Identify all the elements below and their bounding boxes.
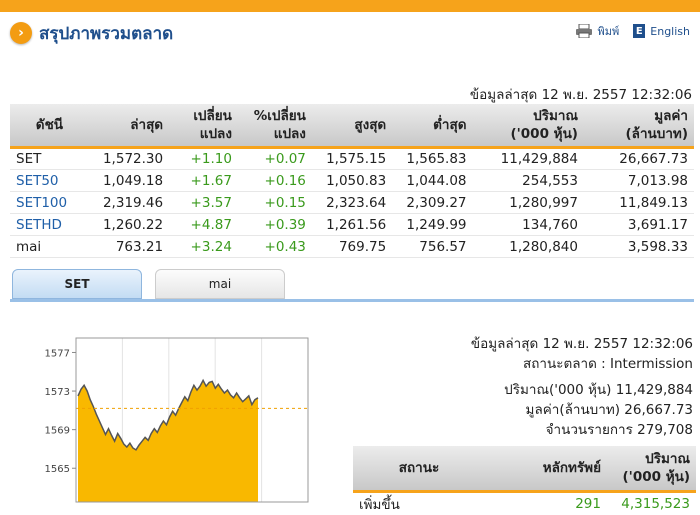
page-header: › สรุปภาพรวมตลาด [10,20,173,46]
volume-value: 254,553 [473,170,584,192]
change-value: +3.24 [169,236,238,258]
high-value: 769.75 [312,236,392,258]
status-header-row: สถานะ หลักทรัพย์ ปริมาณ('000 หุ้น) [353,446,696,492]
english-button[interactable]: E English [633,24,690,38]
pct-change-value: +0.39 [238,214,312,236]
y-tick-label: 1573 [45,387,70,398]
pct-change-value: +0.16 [238,170,312,192]
index-name: SET [10,148,89,170]
market-volume: ปริมาณ('000 หุ้น) 11,429,884 [504,378,693,400]
printer-icon [575,24,593,38]
summary-header-row: ดัชนี ล่าสุด เปลี่ยนแปลง %เปลี่ยนแปลง สู… [10,104,694,148]
col-volume: ปริมาณ('000 หุ้น) [473,104,584,148]
col-low: ต่ำสุด [392,104,472,148]
securities-count: 291 [485,492,607,515]
english-label: English [650,25,690,38]
index-area [78,380,258,502]
index-link[interactable]: SET50 [10,170,89,192]
pct-change-value: +0.07 [238,148,312,170]
table-row: SET50 1,049.18 +1.67 +0.16 1,050.83 1,04… [10,170,694,192]
top-accent-bar [0,0,700,12]
header-tools: พิมพ์ E English [561,22,691,40]
trade-value: 3,598.33 [584,236,694,258]
intraday-index-chart: 1577 1573 1569 1565 [10,328,316,504]
last-value: 1,260.22 [89,214,169,236]
page-title: สรุปภาพรวมตลาด [39,20,173,47]
tab-mai[interactable]: mai [155,269,285,299]
change-value: +3.57 [169,192,238,214]
y-tick-label: 1565 [45,464,70,475]
low-value: 1,044.08 [392,170,472,192]
trade-value: 11,849.13 [584,192,694,214]
volume-value: 134,760 [473,214,584,236]
y-axis-ticks: 1577 1573 1569 1565 [45,348,76,475]
trade-value: 7,013.98 [584,170,694,192]
col-change: เปลี่ยนแปลง [169,104,238,148]
change-value: +1.10 [169,148,238,170]
volume-value: 1,280,997 [473,192,584,214]
col-status: สถานะ [353,446,485,492]
summary-updated: ข้อมูลล่าสุด 12 พ.ย. 2557 12:32:06 [470,83,692,105]
high-value: 1,050.83 [312,170,392,192]
y-tick-label: 1577 [45,348,70,359]
status-volume: 4,315,523 [607,492,696,515]
table-row: mai 763.21 +3.24 +0.43 769.75 756.57 1,2… [10,236,694,258]
col-index: ดัชนี [10,104,89,148]
change-value: +1.67 [169,170,238,192]
english-icon: E [633,24,645,38]
low-value: 1,249.99 [392,214,472,236]
table-row: เพิ่มขึ้น 291 4,315,523 [353,492,696,515]
high-value: 1,261.56 [312,214,392,236]
index-name: mai [10,236,89,258]
high-value: 2,323.64 [312,192,392,214]
volume-value: 11,429,884 [473,148,584,170]
low-value: 756.57 [392,236,472,258]
trade-value: 26,667.73 [584,148,694,170]
market-deals: จำนวนรายการ 279,708 [546,418,693,440]
last-value: 1,049.18 [89,170,169,192]
print-button[interactable]: พิมพ์ [575,22,620,40]
change-value: +4.87 [169,214,238,236]
trade-value: 3,691.17 [584,214,694,236]
table-row: SETHD 1,260.22 +4.87 +0.39 1,261.56 1,24… [10,214,694,236]
table-row: SET100 2,319.46 +3.57 +0.15 2,323.64 2,3… [10,192,694,214]
col-last: ล่าสุด [89,104,169,148]
col-pct-change: %เปลี่ยนแปลง [238,104,312,148]
status-label: เพิ่มขึ้น [353,492,485,515]
low-value: 2,309.27 [392,192,472,214]
col-status-volume: ปริมาณ('000 หุ้น) [607,446,696,492]
y-tick-label: 1569 [45,426,70,437]
pct-change-value: +0.43 [238,236,312,258]
index-link[interactable]: SET100 [10,192,89,214]
pct-change-value: +0.15 [238,192,312,214]
col-value: มูลค่า(ล้านบาท) [584,104,694,148]
tab-set[interactable]: SET [12,269,142,299]
status-table: สถานะ หลักทรัพย์ ปริมาณ('000 หุ้น) เพิ่ม… [353,446,696,515]
last-value: 1,572.30 [89,148,169,170]
chevron-right-icon: › [10,22,32,44]
market-updated: ข้อมูลล่าสุด 12 พ.ย. 2557 12:32:06 [471,332,693,354]
market-tabs: SET mai [10,269,694,302]
volume-value: 1,280,840 [473,236,584,258]
index-summary-table: ดัชนี ล่าสุด เปลี่ยนแปลง %เปลี่ยนแปลง สู… [10,104,694,258]
high-value: 1,575.15 [312,148,392,170]
market-status: สถานะตลาด : Intermission [523,352,693,374]
last-value: 763.21 [89,236,169,258]
index-link[interactable]: SETHD [10,214,89,236]
col-securities: หลักทรัพย์ [485,446,607,492]
low-value: 1,565.83 [392,148,472,170]
market-value: มูลค่า(ล้านบาท) 26,667.73 [526,398,693,420]
table-row: SET 1,572.30 +1.10 +0.07 1,575.15 1,565.… [10,148,694,170]
col-high: สูงสุด [312,104,392,148]
print-label: พิมพ์ [598,22,620,40]
last-value: 2,319.46 [89,192,169,214]
